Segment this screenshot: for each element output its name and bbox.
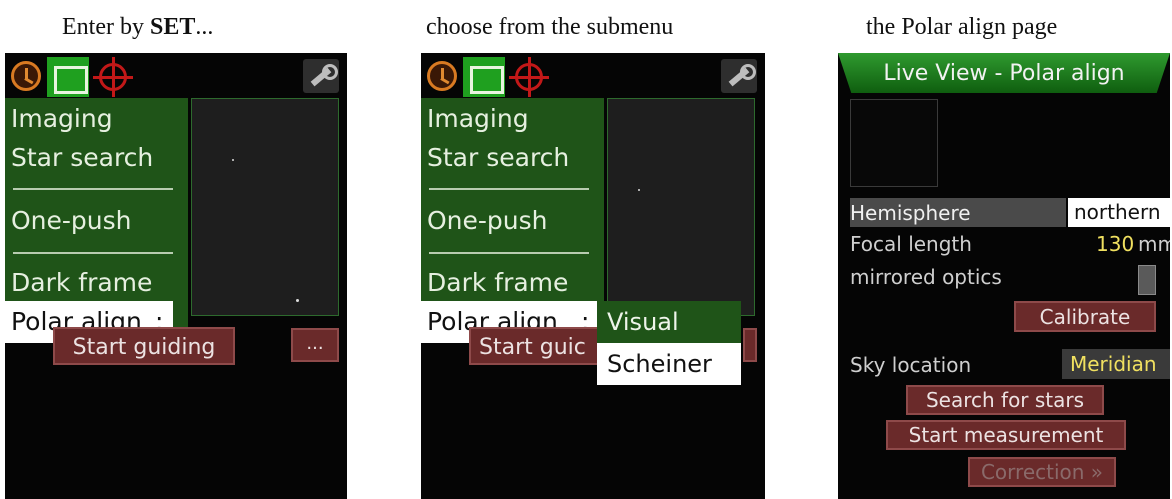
star <box>638 189 640 191</box>
focal-length-value[interactable]: 130 <box>1096 232 1134 256</box>
menu-item-dark-frame[interactable]: Dark frame <box>427 268 568 297</box>
frame-icon[interactable] <box>463 57 505 97</box>
screen-polar-align-page: Live View - Polar align Hemisphere north… <box>838 53 1170 499</box>
menu-item-star-search[interactable]: Star search <box>427 143 569 172</box>
start-guiding-button[interactable]: Start guic <box>469 327 605 365</box>
star-field-preview <box>607 98 755 316</box>
menu-item-imaging[interactable]: Imaging <box>427 104 529 133</box>
correction-button[interactable]: Correction » <box>968 457 1116 487</box>
search-for-stars-button[interactable]: Search for stars <box>906 385 1104 415</box>
mirrored-optics-label: mirrored optics <box>850 265 1002 289</box>
hemisphere-label: Hemisphere <box>850 201 971 225</box>
menu-separator <box>429 252 589 254</box>
menu-item-one-push[interactable]: One-push <box>427 206 548 235</box>
submenu-item-scheiner[interactable]: Scheiner <box>597 343 741 385</box>
focal-length-label: Focal length <box>850 232 972 256</box>
clock-icon[interactable] <box>11 61 41 91</box>
menu-item-one-push[interactable]: One-push <box>11 206 132 235</box>
camera-preview <box>850 99 938 187</box>
focal-length-unit: mm <box>1138 232 1170 256</box>
star-field-preview <box>191 98 339 316</box>
clock-icon[interactable] <box>427 61 457 91</box>
caption-step-1-bold: SET <box>149 14 196 40</box>
wrench-icon[interactable] <box>721 59 757 93</box>
screen-enter-by-set: Imaging Star search One-push Dark frame … <box>5 53 347 499</box>
more-button[interactable] <box>743 328 757 362</box>
sky-location-label: Sky location <box>850 353 972 377</box>
sky-location-value[interactable]: Meridian <box>1062 349 1170 379</box>
mirrored-optics-checkbox[interactable] <box>1138 265 1156 295</box>
menu-separator <box>13 252 173 254</box>
page-title: Live View - Polar align <box>838 53 1170 93</box>
polar-align-submenu: Visual Scheiner <box>597 301 741 385</box>
caption-step-2: choose from the submenu <box>426 14 674 40</box>
target-icon[interactable] <box>93 57 133 97</box>
menu-item-dark-frame[interactable]: Dark frame <box>11 268 152 297</box>
screen-submenu: Imaging Star search One-push Dark frame … <box>421 53 765 499</box>
start-measurement-button[interactable]: Start measurement <box>886 420 1126 450</box>
star <box>232 159 234 161</box>
caption-step-3: the Polar align page <box>866 14 1058 40</box>
star <box>296 299 299 302</box>
menu-item-imaging[interactable]: Imaging <box>11 104 113 133</box>
calibrate-button[interactable]: Calibrate <box>1014 301 1156 332</box>
menu-separator <box>429 188 589 190</box>
caption-step-1: Enter by SET... <box>62 14 214 40</box>
start-guiding-button[interactable]: Start guiding <box>53 327 235 365</box>
submenu-item-visual[interactable]: Visual <box>597 301 741 343</box>
hemisphere-value[interactable]: northern <box>1068 198 1170 227</box>
target-icon[interactable] <box>509 57 549 97</box>
frame-icon[interactable] <box>47 57 89 97</box>
wrench-icon[interactable] <box>303 59 339 93</box>
menu-separator <box>13 188 173 190</box>
more-button[interactable]: ... <box>291 328 339 362</box>
menu-item-star-search[interactable]: Star search <box>11 143 153 172</box>
